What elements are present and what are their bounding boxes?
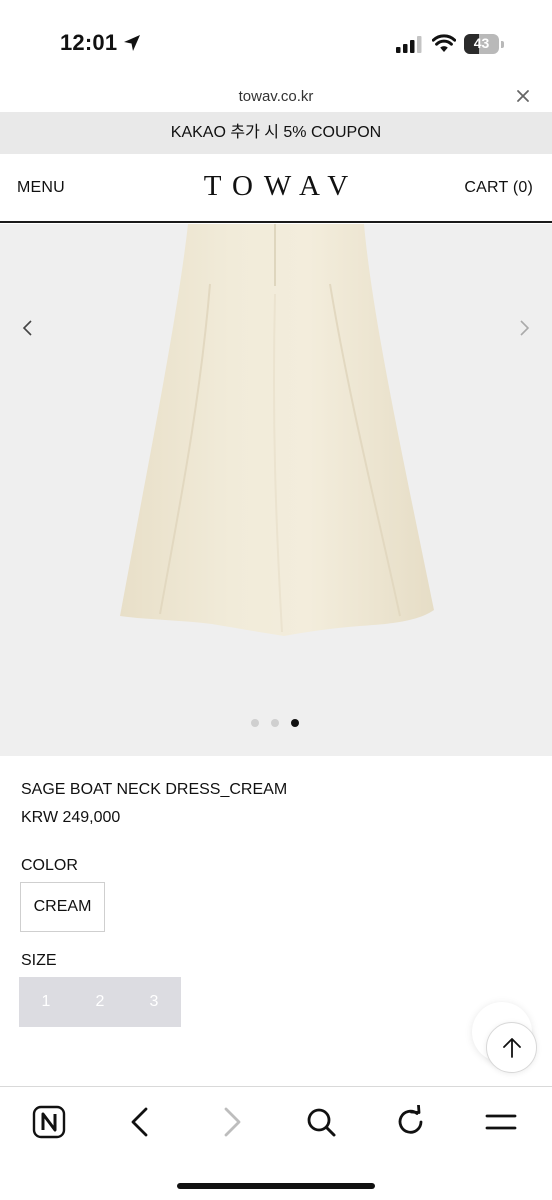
product-name: SAGE BOAT NECK DRESS_CREAM [21,781,288,798]
scroll-to-top-button[interactable] [486,1022,537,1073]
size-option-2[interactable]: 2 [73,977,127,1027]
menu-icon[interactable] [484,1105,518,1139]
slide-dot-1[interactable] [251,719,259,727]
arrow-up-icon [503,1038,521,1058]
product-gallery[interactable] [0,224,552,756]
reload-icon[interactable] [394,1105,428,1139]
battery-icon: 43 [464,34,504,54]
slide-dot-3[interactable] [291,719,299,727]
chevron-right-icon[interactable] [516,318,532,338]
status-bar: 12:01 43 [0,0,552,80]
promo-banner[interactable]: KAKAO 추가 시 5% COUPON [0,112,552,154]
site-header: MENU TOWAV CART (0) [0,154,552,223]
search-icon[interactable] [304,1105,338,1139]
close-icon[interactable] [515,88,531,104]
home-indicator [177,1183,375,1189]
battery-level: 43 [473,35,490,51]
size-label: SIZE [21,952,57,969]
size-option-1[interactable]: 1 [19,977,73,1027]
slide-dot-2[interactable] [271,719,279,727]
product-price: KRW 249,000 [21,809,121,826]
size-options: 1 2 3 [19,977,181,1027]
cellular-signal-icon [396,36,422,53]
browser-toolbar [0,1086,552,1200]
size-option-3[interactable]: 3 [127,977,181,1027]
product-image [120,224,434,636]
naver-home-icon[interactable] [32,1105,66,1139]
status-time: 12:01 [60,30,118,55]
url-text[interactable]: towav.co.kr [0,88,552,105]
slide-indicator [251,719,303,727]
back-icon[interactable] [124,1105,158,1139]
chevron-left-icon[interactable] [20,318,36,338]
forward-icon[interactable] [214,1105,248,1139]
wifi-icon [432,34,456,52]
color-label: COLOR [21,857,78,874]
cart-button[interactable]: CART (0) [464,179,533,197]
location-arrow-icon [124,35,140,51]
promo-text[interactable]: KAKAO 추가 시 5% COUPON [0,112,552,154]
color-option-cream[interactable]: CREAM [20,882,105,932]
url-bar[interactable]: towav.co.kr [0,80,552,112]
